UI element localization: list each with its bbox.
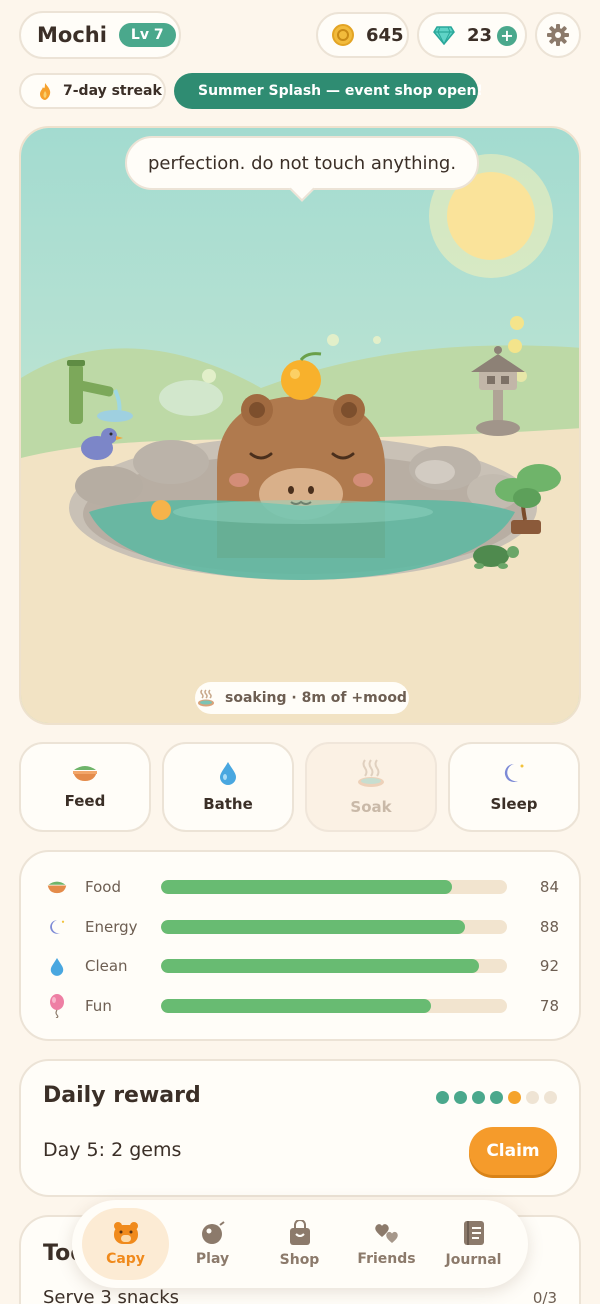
gem-icon xyxy=(433,26,455,45)
fun-meter-fill xyxy=(161,999,431,1013)
daily-reward-text: Day 5: 2 gems xyxy=(43,1139,182,1161)
energy-meter xyxy=(161,920,507,934)
sleep-label: Sleep xyxy=(490,795,538,813)
stat-name: Food xyxy=(85,878,121,896)
hot-spring-icon xyxy=(358,759,384,787)
nav-label: Capy xyxy=(106,1251,145,1267)
hearts-icon xyxy=(374,1224,398,1243)
sleep-button[interactable]: Sleep xyxy=(448,742,580,832)
soak-button[interactable]: Soak xyxy=(305,742,437,832)
task-progress: 0/3 xyxy=(532,1289,557,1304)
stat-value: 88 xyxy=(539,918,559,936)
stat-name: Energy xyxy=(85,918,138,936)
clean-meter-fill xyxy=(161,959,480,973)
task-label: Serve 3 snacks xyxy=(43,1287,180,1304)
clean-meter xyxy=(161,959,507,973)
gem-count: 23 xyxy=(467,24,493,46)
reward-day-dot xyxy=(490,1091,503,1104)
event-banner[interactable]: Summer Splash — event shop open! xyxy=(174,73,483,109)
energy-meter-fill xyxy=(161,920,466,934)
reward-day-dot xyxy=(436,1091,449,1104)
coin-count: 645 xyxy=(366,24,404,46)
reward-day-dot xyxy=(544,1091,557,1104)
stat-name: Fun xyxy=(85,997,112,1015)
gear-icon xyxy=(547,24,569,46)
water-drop-icon xyxy=(50,957,64,976)
nav-item-shop[interactable]: Shop xyxy=(256,1208,343,1280)
reward-day-dot xyxy=(526,1091,539,1104)
stat-name: Clean xyxy=(85,957,128,975)
daily-reward-title: Daily reward xyxy=(43,1083,201,1108)
moon-icon xyxy=(50,920,65,934)
balloon-icon xyxy=(50,994,64,1018)
streak-badge[interactable]: 7-day streak xyxy=(19,73,166,109)
nav-label: Friends xyxy=(357,1251,416,1267)
reward-progress-dots xyxy=(436,1091,557,1104)
reward-day-dot xyxy=(454,1091,467,1104)
stat-row-clean: Clean 92 xyxy=(45,954,559,978)
food-meter-fill xyxy=(161,880,452,894)
feed-button[interactable]: Feed xyxy=(19,742,151,832)
nav-item-capy[interactable]: Capy xyxy=(82,1208,169,1280)
activity-status-text: soaking · 8m of +mood xyxy=(225,690,407,706)
stat-row-food: Food 84 xyxy=(45,875,559,899)
daily-reward-card: Daily reward Day 5: 2 gems Claim xyxy=(19,1059,581,1197)
settings-button[interactable] xyxy=(535,12,581,58)
fun-meter xyxy=(161,999,507,1013)
stats-card: Food 84 Energy 88 Clean 92 Fun 78 xyxy=(19,850,581,1041)
speech-bubble: perfection. do not touch anything. xyxy=(125,136,479,190)
pet-name-badge[interactable]: Mochi Lv 7 xyxy=(19,11,181,59)
journal-icon xyxy=(463,1221,484,1245)
stat-value: 92 xyxy=(539,957,559,975)
level-badge: Lv 7 xyxy=(118,23,176,47)
activity-status: soaking · 8m of +mood xyxy=(195,682,409,714)
nav-label: Journal xyxy=(445,1252,502,1268)
nav-item-journal[interactable]: Journal xyxy=(430,1208,517,1280)
water-drop-icon xyxy=(220,762,236,785)
stat-row-energy: Energy 88 xyxy=(45,915,559,939)
capybara-icon xyxy=(113,1222,138,1244)
reward-day-dot xyxy=(472,1091,485,1104)
speech-text: perfection. do not touch anything. xyxy=(147,152,457,174)
food-bowl-icon xyxy=(47,881,67,894)
coin-icon xyxy=(332,24,354,46)
ball-icon xyxy=(201,1221,225,1244)
feed-label: Feed xyxy=(64,792,106,810)
nav-label: Shop xyxy=(279,1252,320,1268)
bottom-nav: Capy Play Shop Friends Journal xyxy=(72,1200,528,1288)
reward-day-dot xyxy=(508,1091,521,1104)
hot-spring-icon xyxy=(198,689,215,707)
moon-icon xyxy=(504,763,524,782)
food-bowl-icon xyxy=(73,766,97,781)
gem-counter[interactable]: 23 + xyxy=(417,12,527,58)
nav-item-play[interactable]: Play xyxy=(169,1208,256,1280)
event-label: Summer Splash — event shop open! xyxy=(198,83,483,99)
stat-value: 78 xyxy=(539,997,559,1015)
hot-spring-scene xyxy=(21,128,579,723)
nav-item-friends[interactable]: Friends xyxy=(343,1208,430,1280)
food-meter xyxy=(161,880,507,894)
flame-icon xyxy=(40,82,51,100)
soak-label: Soak xyxy=(350,798,392,816)
coin-counter[interactable]: 645 xyxy=(316,12,409,58)
pet-scene[interactable]: perfection. do not touch anything. soaki… xyxy=(19,126,581,725)
claim-button[interactable]: Claim xyxy=(469,1127,557,1175)
nav-label: Play xyxy=(195,1251,230,1267)
stat-row-fun: Fun 78 xyxy=(45,994,559,1018)
streak-label: 7-day streak xyxy=(63,83,162,99)
add-gems-button[interactable]: + xyxy=(497,26,517,46)
bathe-button[interactable]: Bathe xyxy=(162,742,294,832)
pet-name: Mochi xyxy=(37,23,107,47)
bathe-label: Bathe xyxy=(203,795,253,813)
shopping-bag-icon xyxy=(289,1220,310,1245)
stat-value: 84 xyxy=(539,878,559,896)
